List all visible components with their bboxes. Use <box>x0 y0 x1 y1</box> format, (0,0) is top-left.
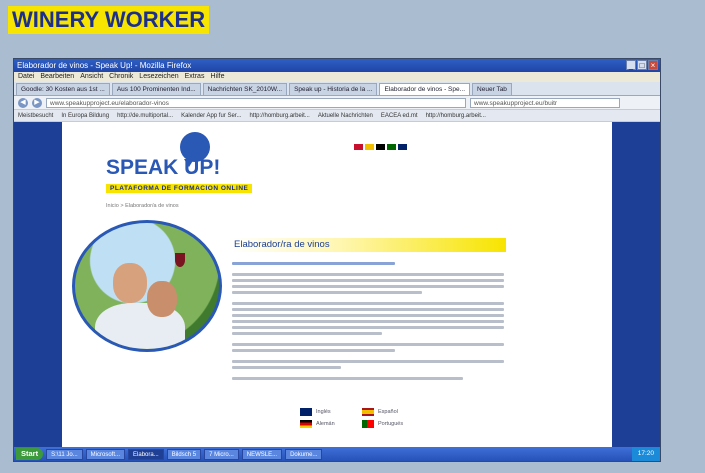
search-input[interactable]: www.speakupproject.eu/buitr <box>470 97 620 108</box>
winemaker-photo <box>72 220 222 352</box>
bookmark-item[interactable]: http://homburg.arbeit... <box>426 110 486 121</box>
address-bar[interactable]: www.speakupproject.eu/elaborador-vinos <box>46 97 466 108</box>
browser-tab-new[interactable]: Neuer Tab <box>472 83 512 95</box>
menu-item-lesezeichen[interactable]: Lesezeichen <box>139 72 178 82</box>
taskbar-item-active[interactable]: Elabora... <box>128 448 164 460</box>
system-clock[interactable]: 17:20 <box>631 447 660 461</box>
flag-icon[interactable] <box>387 144 396 150</box>
menu-item-extras[interactable]: Extras <box>185 72 205 82</box>
bookmark-item[interactable]: EACEA ed.mt <box>381 110 418 121</box>
close-icon[interactable]: × <box>648 60 658 70</box>
site-logo[interactable]: SPEAK UP! <box>106 156 220 180</box>
portugal-flag-icon <box>362 420 374 428</box>
flag-icon[interactable] <box>398 144 407 150</box>
article-text <box>232 262 504 383</box>
taskbar-item[interactable]: Microsoft... <box>85 448 126 460</box>
browser-tab-active[interactable]: Elaborador de vinos - Spe... <box>379 83 471 95</box>
browser-tab[interactable]: Speak up - Historia de la ... <box>289 83 378 95</box>
bookmark-item[interactable]: Kalender App fur Ser... <box>181 110 241 121</box>
browser-tab[interactable]: Goodle: 30 Kosten aus 1st ... <box>16 83 110 95</box>
taskbar-item[interactable]: Dokume... <box>285 448 323 460</box>
bookmark-item[interactable]: Aktuelle Nachrichten <box>318 110 373 121</box>
menu-item-ansicht[interactable]: Ansicht <box>80 72 103 82</box>
menu-item-hilfe[interactable]: Hilfe <box>210 72 224 82</box>
language-switcher <box>354 144 407 150</box>
language-link[interactable]: Portugués <box>362 420 424 428</box>
left-rail <box>14 122 62 447</box>
start-button[interactable]: Start <box>16 448 44 460</box>
browser-tab[interactable]: Aus 100 Prominenten Ind... <box>111 83 201 95</box>
menu-bar: Datei Bearbeiten Ansicht Chronik Lesezei… <box>14 72 660 82</box>
language-links: Inglés Español Alemán Portugués <box>300 408 424 428</box>
web-content: SPEAK UP! PLATAFORMA DE FORMACION ONLINE… <box>14 122 660 447</box>
language-link[interactable]: Español <box>362 408 424 416</box>
flag-icon[interactable] <box>354 144 363 150</box>
page-heading: Elaborador/ra de vinos <box>234 239 330 250</box>
navigation-bar: ◀ ▶ www.speakupproject.eu/elaborador-vin… <box>14 96 660 110</box>
language-link[interactable]: Alemán <box>300 420 362 428</box>
menu-item-datei[interactable]: Datei <box>18 72 34 82</box>
bookmark-item[interactable]: http://de.multiportal... <box>117 110 173 121</box>
window-title: Elaborador de vinos - Speak Up! - Mozill… <box>17 61 192 70</box>
bookmarks-bar: Meistbesucht In Europa Bildung http://de… <box>14 110 660 122</box>
site-tagline: PLATAFORMA DE FORMACION ONLINE <box>106 184 253 193</box>
windows-taskbar: Start S:\11 Jo... Microsoft... Elabora..… <box>14 447 660 461</box>
maximize-icon[interactable]: □ <box>637 60 647 70</box>
bookmark-item[interactable]: Meistbesucht <box>18 110 53 121</box>
bookmark-item[interactable]: In Europa Bildung <box>61 110 109 121</box>
taskbar-item[interactable]: Bildsch 5 <box>166 448 202 460</box>
browser-tab[interactable]: Nachrichten SK_2010W... <box>202 83 288 95</box>
spain-flag-icon <box>362 408 374 416</box>
page-body: SPEAK UP! PLATAFORMA DE FORMACION ONLINE… <box>62 122 612 447</box>
taskbar-item[interactable]: NEWSLE... <box>241 448 283 460</box>
browser-screenshot: Elaborador de vinos - Speak Up! - Mozill… <box>13 58 661 462</box>
tab-bar: Goodle: 30 Kosten aus 1st ... Aus 100 Pr… <box>14 82 660 96</box>
germany-flag-icon <box>300 420 312 428</box>
forward-icon[interactable]: ▶ <box>32 97 42 108</box>
menu-item-chronik[interactable]: Chronik <box>109 72 133 82</box>
taskbar-item[interactable]: 7 Micro... <box>204 448 239 460</box>
back-icon[interactable]: ◀ <box>18 97 28 108</box>
uk-flag-icon <box>300 408 312 416</box>
minimize-icon[interactable]: _ <box>626 60 636 70</box>
language-link[interactable]: Inglés <box>300 408 362 416</box>
slide-title: WINERY WORKER <box>8 6 210 34</box>
flag-icon[interactable] <box>365 144 374 150</box>
right-rail <box>612 122 660 447</box>
bookmark-item[interactable]: http://homburg.arbeit... <box>249 110 309 121</box>
taskbar-item[interactable]: S:\11 Jo... <box>46 448 83 460</box>
flag-icon[interactable] <box>376 144 385 150</box>
window-titlebar: Elaborador de vinos - Speak Up! - Mozill… <box>14 59 660 72</box>
breadcrumb[interactable]: Inicio > Elaborador/a de vinos <box>106 203 179 209</box>
menu-item-bearbeiten[interactable]: Bearbeiten <box>40 72 74 82</box>
wine-glass-icon <box>175 253 185 267</box>
